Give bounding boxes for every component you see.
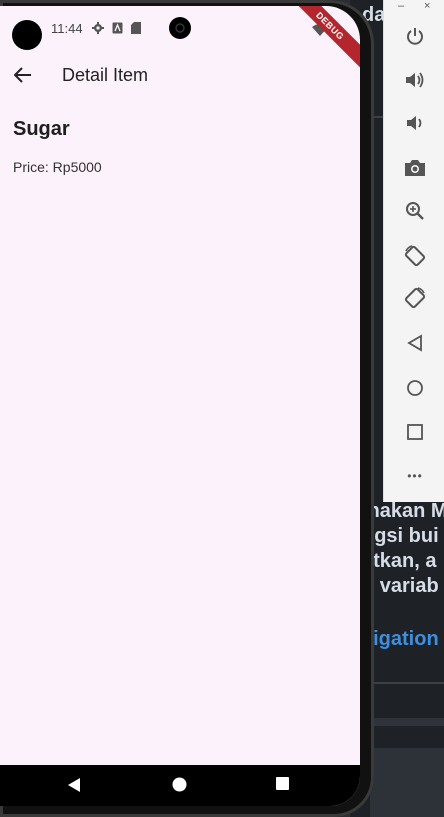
- power-icon: [407, 28, 423, 45]
- sd-card-icon: [131, 22, 141, 34]
- overview-icon: [407, 424, 423, 440]
- power-button[interactable]: [402, 23, 428, 49]
- volume-down-icon: [407, 116, 422, 130]
- home-circle-icon[interactable]: [172, 777, 187, 792]
- home-button-emulator[interactable]: [402, 375, 428, 401]
- editor-divider: [370, 682, 444, 684]
- zoom-icon: [406, 202, 424, 220]
- editor-text-line: ngsi bui: [362, 525, 439, 547]
- rotate-right-icon: [404, 287, 426, 309]
- zoom-button[interactable]: [402, 198, 428, 224]
- screenshot-button[interactable]: [402, 155, 428, 181]
- editor-panel: [370, 748, 444, 817]
- volume-down-button[interactable]: [402, 110, 428, 136]
- home-icon: [407, 380, 423, 396]
- camera-icon: [405, 160, 425, 176]
- phone-frame: 11:44 DEBUG Detail Item Sugar Price: Rp5…: [0, 0, 374, 817]
- navigation-bar: [0, 765, 360, 806]
- back-button-emulator[interactable]: [402, 330, 428, 356]
- minimize-button[interactable]: –: [398, 0, 404, 12]
- arrow-back-icon: [14, 67, 31, 83]
- back-button[interactable]: [10, 62, 36, 88]
- phone-screen: 11:44 DEBUG Detail Item Sugar Price: Rp5…: [0, 6, 360, 806]
- rotate-left-icon: [404, 245, 426, 267]
- volume-up-icon: [406, 72, 424, 88]
- more-icon: •••: [407, 469, 423, 483]
- volume-up-button[interactable]: [402, 67, 428, 93]
- close-button[interactable]: ×: [424, 0, 430, 12]
- editor-text-line: n variab: [362, 575, 439, 597]
- page-title: Detail Item: [62, 65, 149, 85]
- editor-text-line: makan M: [362, 500, 444, 522]
- editor-strip: [370, 718, 444, 726]
- camera-cutout: [12, 20, 42, 50]
- status-bar: 11:44 DEBUG: [0, 6, 360, 75]
- status-time: 11:44: [51, 21, 83, 36]
- rotate-right-button[interactable]: [402, 285, 428, 311]
- editor-link-text[interactable]: vigation: [362, 628, 444, 651]
- emulator-toolbar: – × •••: [383, 0, 444, 502]
- app-bar: Detail Item: [0, 50, 360, 100]
- recents-square-icon[interactable]: [276, 777, 289, 790]
- rotate-left-button[interactable]: [402, 243, 428, 269]
- back-icon: [407, 334, 422, 352]
- item-detail: Sugar Price: Rp5000: [13, 118, 102, 175]
- item-price: Price: Rp5000: [13, 159, 102, 175]
- front-camera-punch-hole: [169, 17, 191, 39]
- back-triangle-icon[interactable]: [67, 777, 81, 793]
- more-button[interactable]: •••: [402, 463, 428, 489]
- item-name: Sugar: [13, 118, 70, 140]
- app-notification-icon: [112, 22, 123, 34]
- editor-text-line: atkan, a: [362, 550, 437, 572]
- overview-button-emulator[interactable]: [402, 419, 428, 445]
- settings-icon: [92, 22, 104, 34]
